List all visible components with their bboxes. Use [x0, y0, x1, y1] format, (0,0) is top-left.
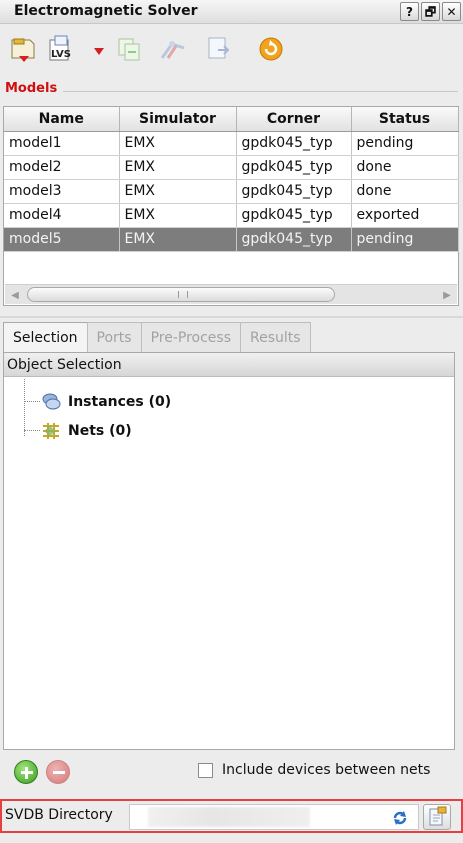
table-row-selected[interactable]: model5 EMX gpdk045_typ pending: [4, 227, 459, 252]
minus-icon: [53, 771, 65, 774]
cell-corner: gpdk045_typ: [236, 203, 352, 228]
tab-bar: Selection Ports Pre-Process Results: [3, 322, 311, 352]
remove-button[interactable]: [46, 760, 70, 784]
flow-icon[interactable]: [158, 34, 188, 64]
models-section-label: Models: [5, 81, 58, 96]
cell-simulator: EMX: [119, 179, 237, 204]
toolbar: LVS: [0, 24, 463, 78]
svdb-directory-label: SVDB Directory: [5, 807, 113, 823]
cell-corner: gpdk045_typ: [236, 155, 352, 180]
include-devices-label: Include devices between nets: [222, 762, 431, 778]
tab-ports[interactable]: Ports: [86, 322, 142, 352]
cell-status: pending: [351, 131, 459, 156]
include-devices-checkbox[interactable]: [198, 762, 213, 778]
scrollbar-thumb[interactable]: [27, 287, 335, 302]
column-header-simulator[interactable]: Simulator: [119, 107, 237, 132]
tree-header[interactable]: Object Selection: [4, 353, 454, 377]
browse-folder-icon: [429, 806, 447, 826]
tree-branch-line: [24, 430, 40, 431]
cell-name: model2: [4, 155, 120, 180]
tab-pre-process[interactable]: Pre-Process: [140, 322, 242, 352]
add-button[interactable]: [14, 760, 38, 784]
tab-results[interactable]: Results: [240, 322, 311, 352]
cell-status: pending: [351, 227, 459, 252]
tree-item-instances[interactable]: Instances (0): [40, 391, 171, 413]
copy-icon[interactable]: [114, 34, 144, 64]
cell-simulator: EMX: [119, 155, 237, 180]
cell-simulator: EMX: [119, 203, 237, 228]
include-devices-option[interactable]: Include devices between nets: [198, 762, 430, 778]
scroll-left-arrow-icon[interactable]: ◀: [7, 288, 23, 302]
column-header-corner[interactable]: Corner: [236, 107, 352, 132]
column-header-status[interactable]: Status: [351, 107, 459, 132]
models-table: Name Simulator Corner Status model1 EMX …: [3, 106, 459, 306]
cell-corner: gpdk045_typ: [236, 227, 352, 252]
window-title: Electromagnetic Solver: [14, 3, 198, 19]
scrollbar-grip: [178, 291, 188, 298]
refresh-directory-icon[interactable]: [390, 808, 410, 828]
svdb-directory-row: SVDB Directory: [0, 799, 463, 833]
tab-selection[interactable]: Selection: [3, 322, 88, 352]
table-row[interactable]: model4 EMX gpdk045_typ exported: [4, 203, 459, 228]
scroll-right-arrow-icon[interactable]: ▶: [439, 288, 455, 302]
table-row[interactable]: model3 EMX gpdk045_typ done: [4, 179, 459, 204]
title-bar-buttons: ? 🗗 ✕: [400, 2, 461, 21]
browse-button[interactable]: [423, 804, 451, 830]
nets-icon: [43, 423, 59, 439]
models-section-divider: [63, 91, 458, 92]
tree-item-label: Instances (0): [68, 394, 172, 410]
plus-icon-vertical: [25, 767, 28, 779]
cell-status: done: [351, 179, 459, 204]
new-model-icon[interactable]: [8, 34, 38, 64]
tree-item-label: Nets (0): [68, 423, 132, 439]
cell-name: model1: [4, 131, 120, 156]
svg-text:LVS: LVS: [51, 49, 71, 60]
cell-status: done: [351, 155, 459, 180]
lvs-dropdown-icon[interactable]: [94, 44, 104, 55]
table-header-row: Name Simulator Corner Status: [4, 107, 459, 132]
cell-name: model3: [4, 179, 120, 204]
float-button[interactable]: 🗗: [421, 2, 440, 21]
tree-branch-line: [24, 379, 25, 436]
cell-corner: gpdk045_typ: [236, 131, 352, 156]
cell-name: model5: [4, 227, 120, 252]
models-horizontal-scrollbar[interactable]: ◀ ▶: [5, 284, 457, 304]
cell-simulator: EMX: [119, 131, 237, 156]
tree-branch-line: [24, 401, 40, 402]
cell-status: exported: [351, 203, 459, 228]
cell-simulator: EMX: [119, 227, 237, 252]
help-button[interactable]: ?: [400, 2, 419, 21]
instances-icon: [42, 393, 61, 410]
svdb-directory-field[interactable]: [129, 804, 419, 830]
object-selection-tree: Object Selection Instances (0) Nets (0): [3, 352, 455, 750]
electromagnetic-solver-panel: Electromagnetic Solver ? 🗗 ✕ LVS Models …: [0, 0, 463, 843]
table-row[interactable]: model2 EMX gpdk045_typ done: [4, 155, 459, 180]
tree-item-nets[interactable]: Nets (0): [40, 420, 132, 442]
panel-splitter[interactable]: [0, 316, 463, 318]
export-icon[interactable]: [204, 34, 234, 64]
lvs-icon[interactable]: LVS: [46, 34, 76, 64]
table-row[interactable]: model1 EMX gpdk045_typ pending: [4, 131, 459, 156]
svdb-directory-value: [148, 807, 310, 827]
close-button[interactable]: ✕: [442, 2, 461, 21]
title-bar: Electromagnetic Solver ? 🗗 ✕: [0, 0, 463, 24]
column-header-name[interactable]: Name: [4, 107, 120, 132]
refresh-icon[interactable]: [256, 34, 286, 64]
cell-name: model4: [4, 203, 120, 228]
cell-corner: gpdk045_typ: [236, 179, 352, 204]
